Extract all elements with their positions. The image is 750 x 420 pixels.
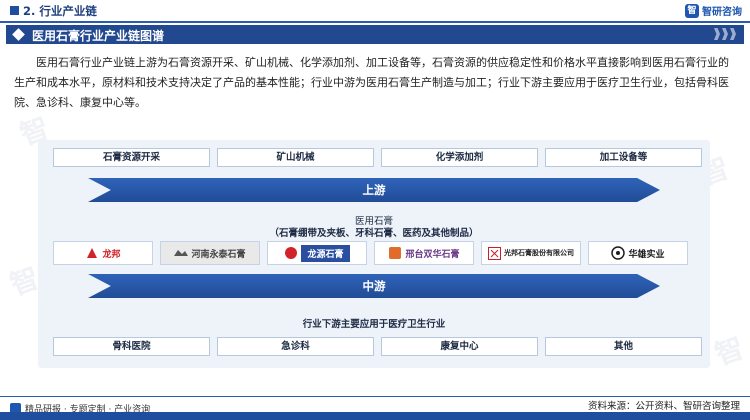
company-name: 华雄实业 <box>628 249 665 260</box>
upstream-label: 上游 <box>362 183 386 197</box>
company-logo-huaxiong: 华雄实业 <box>588 241 688 265</box>
downstream-item: 其他 <box>545 337 702 356</box>
shuanghua-logo-icon <box>389 247 402 259</box>
company-logo-longbang: 龙邦 <box>53 241 153 265</box>
upstream-item: 化学添加剂 <box>381 148 538 167</box>
title-band: 医用石膏行业产业链图谱 <box>6 25 744 44</box>
footer-divider <box>0 396 750 397</box>
section-title: 2. 行业产业链 <box>23 4 97 18</box>
upstream-item: 加工设备等 <box>545 148 702 167</box>
company-name: 龙源石膏 <box>301 244 350 262</box>
company-logo-longyuan: 龙源石膏 <box>267 241 367 265</box>
company-logo-yongtai: 河南永泰石膏 <box>160 241 260 265</box>
midstream-subtitle: （石膏绷带及夹板、牙科石膏、医药及其他制品） <box>269 228 479 239</box>
upstream-item: 石膏资源开采 <box>53 148 210 167</box>
upstream-item: 矿山机械 <box>217 148 374 167</box>
brand[interactable]: 智 智研咨询 <box>685 3 742 18</box>
longbang-logo-icon <box>87 248 98 258</box>
section-marker-icon <box>10 6 19 15</box>
brand-name: 智研咨询 <box>702 7 742 18</box>
midstream-label: 中游 <box>362 279 386 293</box>
guangbang-logo-icon <box>488 246 501 260</box>
company-logos-row: 龙邦 河南永泰石膏 龙源石膏 邢台双华石膏 光邦石膏股份有限公司 华雄实业 <box>53 241 688 265</box>
downstream-title: 行业下游主要应用于医疗卫生行业 <box>302 319 446 330</box>
upstream-band: 上游 <box>88 178 660 202</box>
intro-paragraph: 医用石膏行业产业链上游为石膏资源开采、矿山机械、化学添加剂、加工设备等，石膏资源… <box>14 56 729 109</box>
brand-logo-icon: 智 <box>685 3 699 18</box>
diamond-icon <box>12 28 25 41</box>
source-note: 资料来源：公开资料、智研咨询整理 <box>587 401 740 412</box>
company-name: 河南永泰石膏 <box>191 249 246 260</box>
company-name: 邢台双华石膏 <box>405 249 460 260</box>
page-title: 医用石膏行业产业链图谱 <box>32 29 165 43</box>
company-logo-guangbang: 光邦石膏股份有限公司 <box>481 241 581 265</box>
chevrons-icon <box>714 28 736 40</box>
company-name: 光邦石膏股份有限公司 <box>504 249 574 257</box>
bottom-strip <box>0 412 750 420</box>
downstream-item: 骨科医院 <box>53 337 210 356</box>
downstream-item: 急诊科 <box>217 337 374 356</box>
huaxiong-logo-icon <box>611 246 626 260</box>
top-bar: 2. 行业产业链 智 智研咨询 <box>0 0 750 22</box>
downstream-item: 康复中心 <box>381 337 538 356</box>
company-name: 龙邦 <box>102 249 121 260</box>
header-divider <box>0 21 750 23</box>
midstream-band: 中游 <box>88 274 660 298</box>
upstream-row: 石膏资源开采 矿山机械 化学添加剂 加工设备等 <box>53 148 702 167</box>
company-logo-shuanghua: 邢台双华石膏 <box>374 241 474 265</box>
industry-chain-diagram: 石膏资源开采 矿山机械 化学添加剂 加工设备等 上游 医用石膏 （石膏绷带及夹板… <box>38 140 710 368</box>
longyuan-logo-icon <box>285 247 298 259</box>
downstream-row: 骨科医院 急诊科 康复中心 其他 <box>53 337 702 356</box>
watermark-icon: 智 <box>710 331 749 372</box>
yongtai-logo-icon <box>174 250 189 256</box>
